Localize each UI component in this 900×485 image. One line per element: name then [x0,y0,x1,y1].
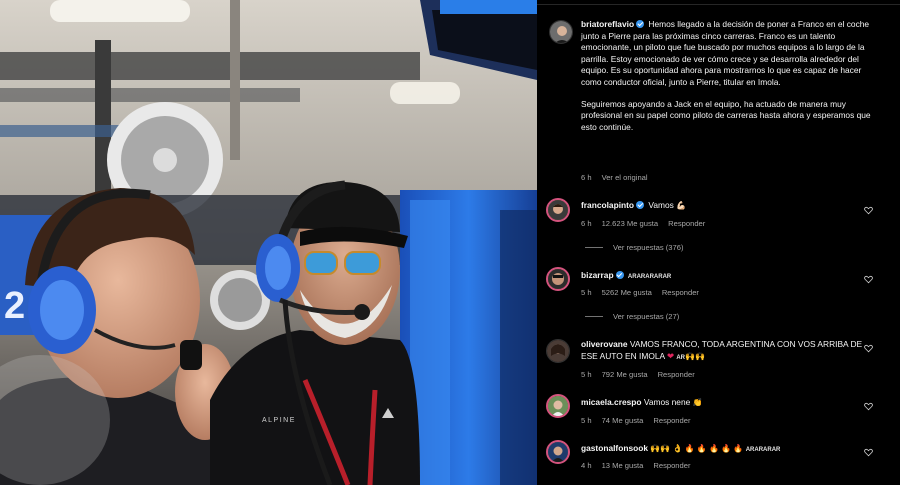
photo-illustration: 2 ALPINE [0,0,537,485]
comment-meta: 4 h 13 Me gusta Responder [581,461,691,470]
comment-likes[interactable]: 12.623 Me gusta [602,219,659,228]
author-avatar[interactable] [549,20,573,44]
comment-body: gastonalfonsook 🙌🙌 👌 🔥 🔥 🔥 🔥 🔥 ARARARAR [581,443,881,457]
comment-likes[interactable]: 792 Me gusta [602,370,648,379]
comments-panel: briatoreflavio Hemos llegado a la decisi… [537,0,900,485]
comment-avatar[interactable] [546,440,570,464]
comment-emoji: ❤ [666,350,674,361]
comment-username[interactable]: bizarrap [581,270,614,280]
comment-time: 6 h [581,219,592,228]
reply-button[interactable]: Responder [668,219,705,228]
comment-tag: ARARARAR [745,447,781,453]
comment-text: 🙌🙌 👌 🔥 🔥 🔥 🔥 🔥 [650,444,744,453]
comment-username[interactable]: francolapinto [581,200,634,210]
view-replies-button[interactable]: Ver respuestas (27) [585,312,679,321]
comment-likes[interactable]: 13 Me gusta [602,461,644,470]
comment-text: Vamos nene [643,397,691,407]
comment-meta: 6 h 12.623 Me gusta Responder [581,219,705,228]
comment-avatar[interactable] [546,339,570,363]
comment-username[interactable]: oliverovane [581,339,628,349]
reply-button[interactable]: Responder [653,461,690,470]
comment-text: Vamos [648,200,674,210]
comment-tag: AR [676,354,685,361]
comment-emoji: 💪🏻 [676,201,687,210]
post-photo[interactable]: 2 ALPINE [0,0,537,485]
comment-likes[interactable]: 74 Me gusta [602,416,644,425]
comment-username[interactable]: micaela.crespo [581,397,642,407]
author-username[interactable]: briatoreflavio [581,19,634,29]
verified-badge-icon [636,201,645,209]
comment-time: 5 h [581,288,592,297]
shirt-brand-text: ALPINE [262,417,296,424]
comment-time: 4 h [581,461,592,470]
comment-avatar[interactable] [546,198,570,222]
comment-time: 5 h [581,370,592,379]
heart-icon[interactable] [864,402,873,411]
comment-body: micaela.crespo Vamos nene 👏 [581,397,881,409]
comment-body: oliverovane VAMOS FRANCO, TODA ARGENTINA… [581,339,881,364]
verified-badge-icon [636,20,645,28]
divider [537,4,900,5]
comment-body: francolapinto Vamos 💪🏻 [581,200,881,212]
comment-emoji-2: 🙌🙌 [684,351,705,361]
car-number-text: 2 [4,285,25,327]
comment-avatar[interactable] [546,394,570,418]
reply-button[interactable]: Responder [658,370,695,379]
comment-emoji: 👏 [692,398,703,407]
reply-button[interactable]: Responder [662,288,699,297]
comment-meta: 5 h 792 Me gusta Responder [581,370,695,379]
caption-text-1: Hemos llegado a la decisión de poner a F… [581,19,870,87]
reply-button[interactable]: Responder [653,416,690,425]
view-replies-button[interactable]: Ver respuestas (376) [585,243,684,252]
comment-text: ARARARARAR [627,274,672,280]
heart-icon[interactable] [864,206,873,215]
heart-icon[interactable] [864,344,873,353]
comment-meta: 5 h 5262 Me gusta Responder [581,288,699,297]
caption-text-2: Seguiremos apoyando a Jack en el equipo,… [581,98,871,132]
heart-icon[interactable] [864,448,873,457]
comment-username[interactable]: gastonalfonsook [581,443,648,453]
comment-likes[interactable]: 5262 Me gusta [602,288,652,297]
see-original-link[interactable]: Ver el original [602,173,648,182]
comment-avatar[interactable] [546,267,570,291]
post-time: 6 h [581,173,592,182]
comment-body: bizarrap ARARARARAR [581,270,881,284]
post-meta: 6 h Ver el original [581,173,648,182]
verified-badge-icon [615,271,624,279]
heart-icon[interactable] [864,275,873,284]
comment-meta: 5 h 74 Me gusta Responder [581,416,691,425]
comment-time: 5 h [581,416,592,425]
post-caption: briatoreflavio Hemos llegado a la decisi… [581,19,881,133]
